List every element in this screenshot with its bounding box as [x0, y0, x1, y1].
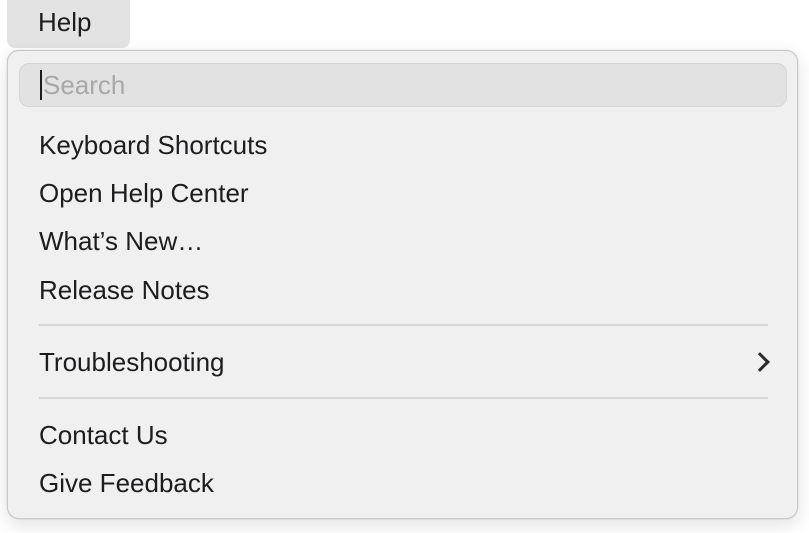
menu-item-release-notes[interactable]: Release Notes	[8, 267, 797, 313]
menu-item-troubleshooting[interactable]: Troubleshooting	[8, 339, 797, 385]
menu-item-open-help-center[interactable]: Open Help Center	[8, 170, 797, 216]
menu-item-label: What’s New…	[39, 225, 204, 256]
menu-separator	[39, 324, 768, 326]
help-search-box[interactable]	[19, 63, 787, 107]
menu-separator	[39, 397, 768, 399]
help-menu-dropdown: Keyboard Shortcuts Open Help Center What…	[7, 50, 798, 519]
chevron-right-icon	[750, 352, 770, 372]
screen: Help Keyboard Shortcuts Open Help Center…	[0, 0, 809, 533]
help-search-input[interactable]	[43, 69, 743, 101]
menu-item-label: Release Notes	[39, 274, 210, 305]
text-cursor	[40, 70, 42, 100]
menu-item-keyboard-shortcuts[interactable]: Keyboard Shortcuts	[8, 122, 797, 168]
menu-item-label: Keyboard Shortcuts	[39, 129, 268, 160]
menu-item-give-feedback[interactable]: Give Feedback	[8, 460, 797, 506]
menubar-help[interactable]: Help	[7, 0, 130, 48]
menu-item-contact-us[interactable]: Contact Us	[8, 412, 797, 458]
menu-item-label: Troubleshooting	[39, 346, 225, 377]
menu-item-label: Give Feedback	[39, 467, 214, 498]
menu-item-whats-new[interactable]: What’s New…	[8, 218, 797, 264]
menubar-help-label: Help	[38, 6, 92, 37]
menu-item-label: Open Help Center	[39, 177, 249, 208]
menu-item-label: Contact Us	[39, 419, 168, 450]
